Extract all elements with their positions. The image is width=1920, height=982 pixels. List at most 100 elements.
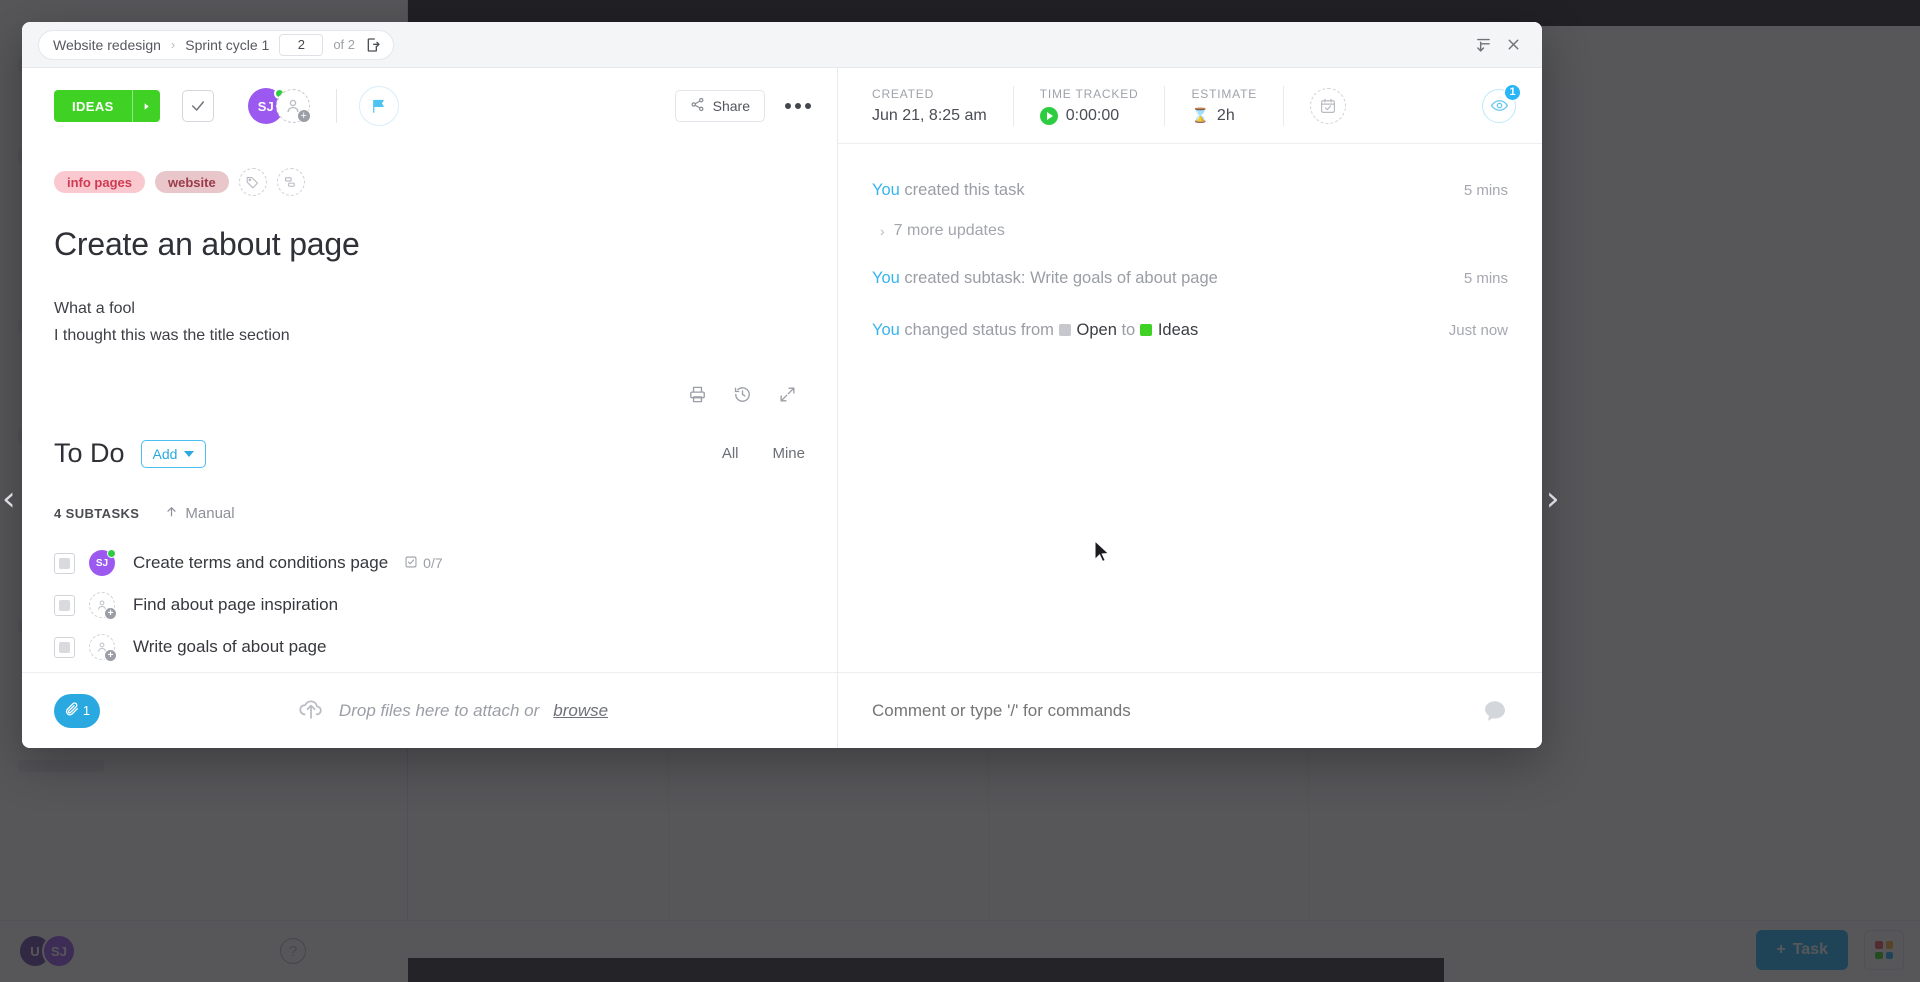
modal-top-bar: Website redesign › Sprint cycle 1 2 of 2 bbox=[22, 22, 1542, 68]
assignee-group[interactable]: SJ + bbox=[247, 88, 311, 124]
description-toolbar bbox=[54, 385, 805, 404]
task-action-bar: IDEAS SJ + Share bbox=[22, 68, 837, 144]
activity-feed[interactable]: You created this task 5 mins › 7 more up… bbox=[838, 144, 1542, 672]
subtask-label[interactable]: Create terms and conditions page bbox=[133, 553, 388, 573]
avatar[interactable]: SJ bbox=[89, 549, 116, 576]
filter-all[interactable]: All bbox=[722, 445, 739, 462]
avatar-initials: SJ bbox=[95, 557, 109, 569]
activity-text: You changed status from Open to Ideas bbox=[872, 318, 1425, 342]
play-icon[interactable] bbox=[1039, 106, 1058, 125]
activity-mid: to bbox=[1116, 321, 1140, 339]
add-subtask-button[interactable]: Add bbox=[140, 439, 207, 468]
task-main-pane: IDEAS SJ + Share info pages website Crea… bbox=[22, 68, 838, 748]
time-tracked-label: TIME TRACKED bbox=[1039, 86, 1139, 101]
add-person-icon[interactable]: + bbox=[89, 634, 117, 662]
checklist-icon bbox=[404, 555, 418, 572]
more-updates-toggle[interactable]: › 7 more updates bbox=[880, 222, 1508, 240]
cloud-upload-icon bbox=[297, 694, 325, 727]
print-icon[interactable] bbox=[688, 385, 707, 404]
breadcrumb-space[interactable]: Website redesign bbox=[53, 37, 161, 53]
estimate-meta[interactable]: ESTIMATE ⌛ 2h bbox=[1191, 87, 1257, 125]
activity-body: created this task bbox=[899, 181, 1025, 199]
comment-bar bbox=[838, 672, 1542, 748]
page-number-input[interactable]: 2 bbox=[279, 33, 324, 56]
next-task-arrow[interactable]: › bbox=[1546, 482, 1560, 516]
subtask-checkbox[interactable] bbox=[54, 636, 75, 658]
chevron-right-icon: › bbox=[880, 223, 885, 239]
subtask-checklist-badge: 0/7 bbox=[404, 555, 443, 572]
activity-item: You created subtask: Write goals of abou… bbox=[872, 266, 1508, 290]
breadcrumb[interactable]: Website redesign › Sprint cycle 1 2 of 2 bbox=[38, 29, 394, 60]
expand-icon[interactable] bbox=[778, 385, 797, 404]
status-to-label: Ideas bbox=[1157, 321, 1199, 339]
activity-body: changed status from bbox=[899, 321, 1059, 339]
list-item[interactable]: + Write goals of about page bbox=[54, 626, 805, 668]
watchers-control[interactable]: 1 bbox=[1482, 83, 1521, 123]
activity-timestamp: Just now bbox=[1448, 322, 1508, 339]
attachment-bar: 1 Drop files here to attach or browse bbox=[22, 672, 837, 748]
caret-right-icon[interactable] bbox=[131, 90, 160, 122]
status-swatch-to bbox=[1139, 324, 1152, 336]
task-description[interactable]: What a fool I thought this was the title… bbox=[54, 295, 805, 349]
add-person-icon[interactable]: + bbox=[89, 592, 117, 620]
created-meta: CREATED Jun 21, 8:25 am bbox=[872, 87, 987, 125]
checklist-count: 0/7 bbox=[423, 555, 443, 571]
share-icon bbox=[690, 97, 705, 115]
task-detail-modal: Website redesign › Sprint cycle 1 2 of 2 bbox=[22, 22, 1542, 748]
paperclip-icon bbox=[64, 701, 80, 720]
activity-actor[interactable]: You bbox=[872, 181, 900, 199]
prev-task-arrow[interactable]: ‹ bbox=[2, 482, 16, 516]
calendar-check-icon[interactable] bbox=[1310, 87, 1346, 124]
add-person-icon[interactable]: + bbox=[275, 89, 311, 123]
tag-chip[interactable]: website bbox=[155, 171, 229, 193]
status-dropdown[interactable]: IDEAS bbox=[54, 90, 160, 122]
activity-actor[interactable]: You bbox=[872, 269, 900, 287]
divider bbox=[335, 89, 337, 123]
list-item[interactable]: + Find about page inspiration bbox=[54, 584, 805, 626]
more-horizontal-icon[interactable] bbox=[781, 97, 815, 115]
list-item[interactable]: SJ Create terms and conditions page 0/7 bbox=[54, 542, 805, 584]
subtask-count-label: 4 SUBTASKS bbox=[54, 506, 140, 521]
subtask-checkbox[interactable] bbox=[54, 552, 75, 574]
flag-icon[interactable] bbox=[358, 86, 399, 126]
breadcrumb-list[interactable]: Sprint cycle 1 bbox=[185, 37, 269, 53]
filter-mine[interactable]: Mine bbox=[772, 445, 805, 462]
divider bbox=[1283, 85, 1284, 126]
tag-icon[interactable] bbox=[238, 168, 267, 196]
subtask-list-header: 4 SUBTASKS Manual bbox=[54, 505, 805, 522]
collapse-icon[interactable] bbox=[1468, 30, 1498, 60]
activity-actor[interactable]: You bbox=[872, 321, 900, 339]
subtask-label[interactable]: Write goals of about page bbox=[133, 637, 326, 657]
time-tracked-meta[interactable]: TIME TRACKED 0:00:00 bbox=[1039, 86, 1139, 125]
created-label: CREATED bbox=[872, 86, 935, 101]
attachment-count-button[interactable]: 1 bbox=[54, 693, 100, 728]
task-content-scroll[interactable]: info pages website Create an about page bbox=[22, 144, 837, 672]
comment-bubble-icon[interactable] bbox=[1482, 698, 1508, 724]
browse-link[interactable]: browse bbox=[553, 701, 608, 721]
divider bbox=[1164, 85, 1166, 126]
comment-input[interactable] bbox=[872, 700, 1482, 721]
sort-control[interactable]: Manual bbox=[165, 505, 235, 522]
close-icon[interactable] bbox=[1498, 30, 1528, 60]
todo-heading: To Do bbox=[54, 438, 125, 468]
activity-text: You created subtask: Write goals of abou… bbox=[872, 266, 1440, 290]
chevron-down-icon bbox=[184, 450, 195, 457]
history-icon[interactable] bbox=[733, 385, 752, 404]
open-in-new-icon[interactable] bbox=[365, 37, 381, 53]
page-title[interactable]: Create an about page bbox=[54, 226, 805, 263]
share-button[interactable]: Share bbox=[674, 90, 765, 122]
resolve-task-button[interactable] bbox=[181, 90, 214, 122]
subtask-label[interactable]: Find about page inspiration bbox=[133, 595, 338, 615]
activity-text: You created this task bbox=[872, 178, 1440, 202]
estimate-value-wrap: ⌛ 2h bbox=[1191, 107, 1257, 125]
time-tracked-value: 0:00:00 bbox=[1065, 106, 1120, 124]
custom-field-icon[interactable] bbox=[276, 168, 305, 196]
tag-chip[interactable]: info pages bbox=[54, 171, 146, 193]
description-line: I thought this was the title section bbox=[54, 327, 290, 344]
file-drop-zone[interactable]: Drop files here to attach or browse bbox=[100, 694, 805, 727]
subtask-checkbox[interactable] bbox=[54, 594, 75, 616]
status-from-label: Open bbox=[1076, 321, 1117, 339]
page-total-label: of 2 bbox=[333, 37, 355, 52]
sort-label: Manual bbox=[185, 505, 235, 522]
drop-text: Drop files here to attach or bbox=[338, 700, 540, 720]
